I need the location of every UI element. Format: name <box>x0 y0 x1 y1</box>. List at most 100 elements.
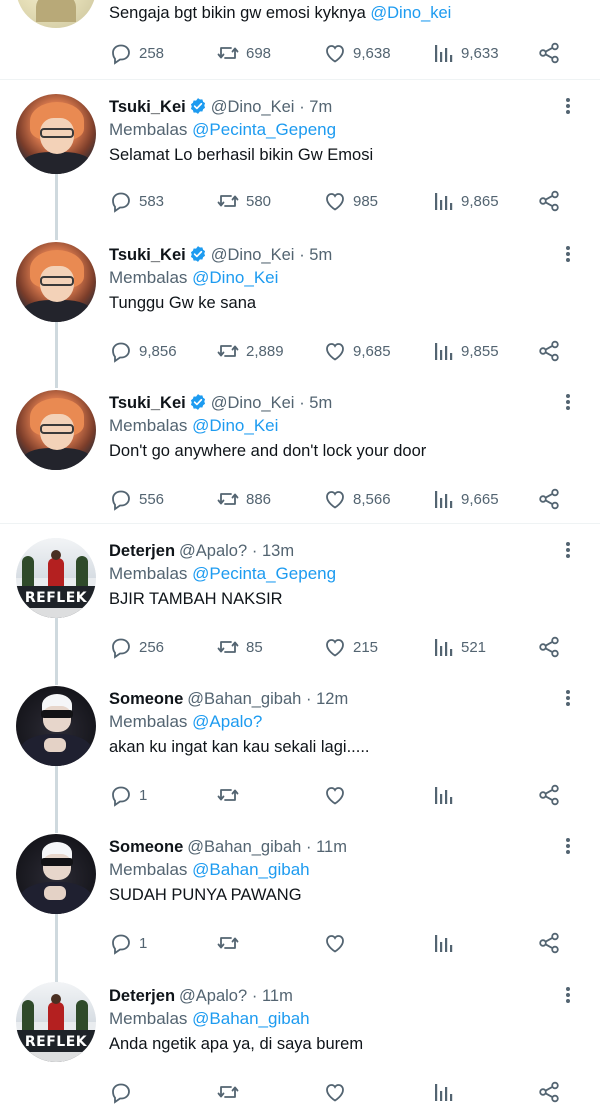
tweet[interactable]: Someone @Bahan_gibah · 11m Membalas @Baha… <box>0 834 600 974</box>
tweet[interactable]: Someone @Bahan_gibah · 12m Membalas @Apal… <box>0 686 600 826</box>
tweet[interactable]: REFLEK Deterjen @Apalo? · 13m Membalas @P… <box>0 538 600 678</box>
more-button[interactable] <box>560 244 576 266</box>
views-count: 9,865 <box>461 192 499 210</box>
share-button[interactable] <box>537 782 561 808</box>
more-button[interactable] <box>560 836 576 858</box>
avatar[interactable] <box>16 242 96 322</box>
user-handle[interactable]: @Apalo? <box>179 987 247 1005</box>
more-button[interactable] <box>560 392 576 414</box>
retweet-button[interactable]: 698 <box>216 40 271 66</box>
mention-link[interactable]: @Apalo? <box>192 712 262 731</box>
timestamp[interactable]: · 13m <box>252 542 294 560</box>
more-button[interactable] <box>560 540 576 562</box>
mention-link[interactable]: @Dino_Kei <box>192 416 278 435</box>
views-button[interactable]: 9,855 <box>431 338 499 364</box>
share-button[interactable] <box>537 930 561 956</box>
tweet-header: Tsuki_Kei @Dino_Kei · 5m <box>109 392 332 414</box>
replying-to-label: Membalas <box>109 564 193 583</box>
avatar[interactable] <box>16 0 96 28</box>
like-button[interactable]: 9,638 <box>323 40 391 66</box>
avatar[interactable] <box>16 94 96 174</box>
like-count: 9,685 <box>353 342 391 360</box>
user-handle[interactable]: @Dino_Kei <box>211 98 295 116</box>
avatar[interactable] <box>16 686 96 766</box>
reply-button[interactable] <box>109 1079 139 1105</box>
more-button[interactable] <box>560 688 576 710</box>
views-icon <box>435 935 453 952</box>
tweet[interactable]: Tsuki_Kei @Dino_Kei · 5m Membalas @Dino_K… <box>0 390 600 530</box>
retweet-button[interactable]: 2,889 <box>216 338 284 364</box>
retweet-button[interactable] <box>216 1079 246 1105</box>
more-button[interactable] <box>560 985 576 1007</box>
views-button[interactable] <box>431 1079 461 1105</box>
avatar[interactable] <box>16 390 96 470</box>
like-button[interactable] <box>323 930 353 956</box>
user-handle[interactable]: @Bahan_gibah <box>187 690 301 708</box>
retweet-button[interactable]: 580 <box>216 188 271 214</box>
retweet-button[interactable]: 886 <box>216 486 271 512</box>
like-button[interactable] <box>323 1079 353 1105</box>
like-button[interactable]: 8,566 <box>323 486 391 512</box>
user-handle[interactable]: @Dino_Kei <box>211 246 295 264</box>
display-name[interactable]: Someone <box>109 838 183 856</box>
views-button[interactable]: 9,865 <box>431 188 499 214</box>
timestamp[interactable]: · 12m <box>306 690 348 708</box>
share-button[interactable] <box>537 1079 561 1105</box>
like-button[interactable]: 985 <box>323 188 378 214</box>
like-button[interactable] <box>323 782 353 808</box>
reply-button[interactable]: 1 <box>109 782 147 808</box>
avatar[interactable]: REFLEK <box>16 982 96 1062</box>
tweet[interactable]: REFLEK Deterjen @Apalo? · 11m Membalas @B… <box>0 982 600 1119</box>
reply-button[interactable]: 556 <box>109 486 164 512</box>
user-handle[interactable]: @Apalo? <box>179 542 247 560</box>
tweet[interactable]: Tsuki_Kei @Dino_Kei · 5m Membalas @Dino_K… <box>0 242 600 382</box>
mention-link[interactable]: @Pecinta_Gepeng <box>192 120 336 139</box>
like-button[interactable]: 215 <box>323 634 378 660</box>
timestamp[interactable]: · 7m <box>299 98 332 116</box>
views-button[interactable] <box>431 930 461 956</box>
display-name[interactable]: Someone <box>109 690 183 708</box>
tweet-partial[interactable]: Sengaja bgt bikin gw emosi kyknya @Dino_… <box>0 0 600 80</box>
user-handle[interactable]: @Bahan_gibah <box>187 838 301 856</box>
tweet[interactable]: Tsuki_Kei @Dino_Kei · 7m Membalas @Pecint… <box>0 94 600 234</box>
reply-button[interactable]: 9,856 <box>109 338 177 364</box>
views-button[interactable]: 9,633 <box>431 40 499 66</box>
avatar[interactable]: REFLEK <box>16 538 96 618</box>
share-button[interactable] <box>537 634 561 660</box>
display-name[interactable]: Tsuki_Kei <box>109 98 186 116</box>
more-button[interactable] <box>560 96 576 118</box>
share-button[interactable] <box>537 338 561 364</box>
share-button[interactable] <box>537 486 561 512</box>
share-button[interactable] <box>537 188 561 214</box>
timestamp[interactable]: · 5m <box>299 246 332 264</box>
share-button[interactable] <box>537 40 561 66</box>
reply-button[interactable]: 1 <box>109 930 147 956</box>
mention-link[interactable]: @Dino_kei <box>370 4 451 22</box>
retweet-button[interactable] <box>216 930 246 956</box>
retweet-button[interactable]: 85 <box>216 634 263 660</box>
reply-button[interactable]: 583 <box>109 188 164 214</box>
display-name[interactable]: Deterjen <box>109 987 175 1005</box>
display-name[interactable]: Tsuki_Kei <box>109 394 186 412</box>
reply-button[interactable]: 256 <box>109 634 164 660</box>
replying-to-label: Membalas <box>109 1009 193 1028</box>
views-button[interactable] <box>431 782 461 808</box>
mention-link[interactable]: @Pecinta_Gepeng <box>192 564 336 583</box>
mention-link[interactable]: @Bahan_gibah <box>192 860 309 879</box>
retweet-button[interactable] <box>216 782 246 808</box>
display-name[interactable]: Deterjen <box>109 542 175 560</box>
mention-link[interactable]: @Bahan_gibah <box>192 1009 309 1028</box>
views-icon <box>435 639 453 656</box>
timestamp[interactable]: · 11m <box>306 838 347 856</box>
timestamp[interactable]: · 5m <box>299 394 332 412</box>
like-button[interactable]: 9,685 <box>323 338 391 364</box>
views-button[interactable]: 521 <box>431 634 486 660</box>
like-count: 985 <box>353 192 379 210</box>
avatar[interactable] <box>16 834 96 914</box>
display-name[interactable]: Tsuki_Kei <box>109 246 186 264</box>
reply-button[interactable]: 258 <box>109 40 164 66</box>
mention-link[interactable]: @Dino_Kei <box>192 268 278 287</box>
views-button[interactable]: 9,665 <box>431 486 499 512</box>
timestamp[interactable]: · 11m <box>252 987 293 1005</box>
user-handle[interactable]: @Dino_Kei <box>211 394 295 412</box>
